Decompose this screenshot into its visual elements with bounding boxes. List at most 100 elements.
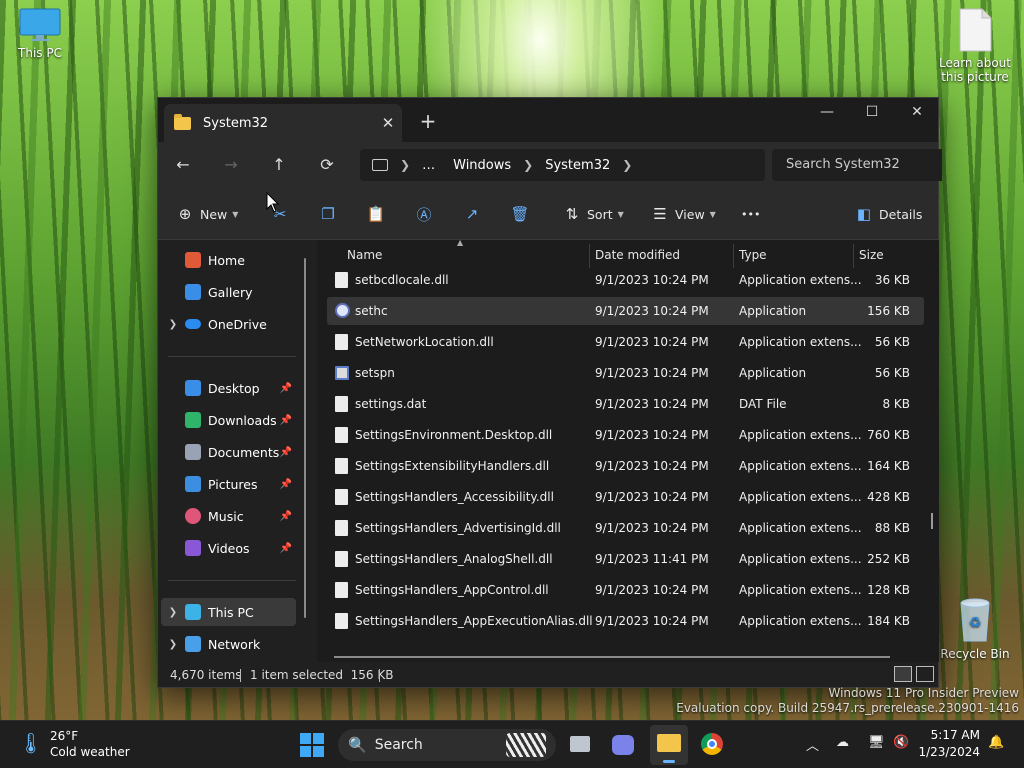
desktop-recycle-bin[interactable]: ♻ Recycle Bin — [935, 597, 1015, 661]
file-name: SettingsHandlers_AppControl.dll — [355, 583, 549, 597]
start-button[interactable] — [300, 733, 324, 757]
share-button[interactable]: ↗ — [463, 200, 481, 228]
column-type[interactable]: Type — [739, 248, 767, 262]
column-date[interactable]: Date modified — [595, 248, 680, 262]
clock[interactable]: 5:17 AM 1/23/2024 — [918, 728, 980, 759]
sidebar-item-music[interactable]: Music 📌 — [161, 502, 296, 530]
search-input[interactable]: Search System32 — [772, 149, 942, 181]
table-row[interactable]: SettingsHandlers_AppExecutionAlias.dll 9/… — [327, 607, 924, 635]
table-row[interactable]: sethc 9/1/2023 10:24 PM Application 156 KB — [327, 297, 924, 325]
sidebar-item-downloads[interactable]: Downloads 📌 — [161, 406, 296, 434]
chrome-button[interactable] — [701, 733, 725, 757]
pin-icon[interactable]: 📌 — [280, 479, 292, 490]
new-button[interactable]: ⊕ New ▼ — [176, 200, 239, 228]
sidebar-item-pictures[interactable]: Pictures 📌 — [161, 470, 296, 498]
nav-scrollbar[interactable] — [304, 258, 306, 618]
table-row[interactable]: SetNetworkLocation.dll 9/1/2023 10:24 PM A… — [327, 328, 924, 356]
sort-button[interactable]: ⇅ Sort ▼ — [563, 200, 624, 228]
sidebar-item-desktop[interactable]: Desktop 📌 — [161, 374, 296, 402]
table-row[interactable]: SettingsHandlers_AppControl.dll 9/1/2023 … — [327, 576, 924, 604]
pin-icon[interactable]: 📌 — [280, 447, 292, 458]
breadcrumb[interactable]: ❯ … ❯ Windows ❯ System32 ❯ — [360, 149, 765, 181]
picture-icon — [185, 476, 201, 492]
table-row[interactable]: SettingsHandlers_Accessibility.dll 9/1/20… — [327, 483, 924, 511]
desktop-learn-picture[interactable]: Learn about this picture — [935, 8, 1015, 84]
chevron-right-icon[interactable]: ❯ — [161, 639, 185, 650]
task-view-button[interactable] — [570, 733, 594, 757]
details-view-button[interactable] — [894, 666, 912, 682]
chevron-right-icon[interactable]: ❯ — [622, 158, 632, 172]
file-date: 9/1/2023 10:24 PM — [595, 335, 709, 349]
dll-file-icon — [335, 520, 348, 536]
back-button[interactable]: ← — [168, 151, 198, 179]
file-type: Application extens... — [739, 273, 862, 287]
breadcrumb-windows[interactable]: Windows — [453, 158, 511, 173]
column-name[interactable]: Name — [347, 248, 382, 262]
chevron-right-icon[interactable]: ❯ — [161, 319, 185, 330]
sidebar-item-documents[interactable]: Documents 📌 — [161, 438, 296, 466]
close-tab-button[interactable]: ✕ — [374, 114, 402, 132]
vertical-scrollbar[interactable] — [931, 513, 933, 529]
show-hidden-icons-button[interactable]: ︿ — [806, 735, 819, 754]
table-row[interactable]: settings.dat 9/1/2023 10:24 PM DAT File 8 K… — [327, 390, 924, 418]
more-options-button[interactable]: ••• — [741, 200, 760, 228]
desktop-this-pc[interactable]: This PC — [0, 8, 80, 60]
table-row[interactable]: SettingsHandlers_AdvertisingId.dll 9/1/20… — [327, 514, 924, 542]
pin-icon[interactable]: 📌 — [280, 415, 292, 426]
taskbar-search[interactable]: 🔍 Search — [338, 729, 556, 761]
sort-ascending-icon: ▲ — [457, 240, 464, 247]
file-name: SetNetworkLocation.dll — [355, 335, 494, 349]
delete-button[interactable]: 🗑 — [510, 200, 529, 228]
svg-text:♻: ♻ — [969, 615, 982, 631]
sidebar-item-videos[interactable]: Videos 📌 — [161, 534, 296, 562]
sidebar-item-network[interactable]: ❯ Network — [161, 630, 296, 658]
horizontal-scrollbar[interactable] — [334, 656, 890, 658]
minimize-button[interactable]: — — [804, 98, 850, 128]
pin-icon[interactable]: 📌 — [280, 383, 292, 394]
file-explorer-taskbar-button[interactable] — [650, 725, 688, 765]
file-type: Application extens... — [739, 490, 862, 504]
table-row[interactable]: SettingsHandlers_AnalogShell.dll 9/1/2023… — [327, 545, 924, 573]
chrome-icon — [701, 733, 723, 755]
refresh-button[interactable]: ⟳ — [312, 151, 342, 179]
network-icon[interactable]: 🖥 — [868, 735, 885, 750]
file-date: 9/1/2023 10:24 PM — [595, 366, 709, 380]
maximize-button[interactable]: ☐ — [849, 98, 895, 128]
breadcrumb-system32[interactable]: System32 — [545, 158, 610, 173]
volume-muted-icon[interactable]: 🔇 — [893, 735, 909, 750]
tiles-view-button[interactable] — [916, 666, 934, 682]
clock-date: 1/23/2024 — [918, 745, 980, 759]
table-row[interactable]: setbcdlocale.dll 9/1/2023 10:24 PM Applica… — [327, 266, 924, 294]
close-window-button[interactable]: ✕ — [894, 98, 940, 128]
column-size[interactable]: Size — [859, 248, 884, 262]
breadcrumb-overflow[interactable]: … — [422, 158, 435, 173]
tab-system32[interactable]: System32 ✕ — [164, 104, 402, 142]
zebra-icon — [506, 733, 546, 757]
sidebar-item-gallery[interactable]: Gallery — [161, 278, 296, 306]
table-row[interactable]: SettingsEnvironment.Desktop.dll 9/1/2023 … — [327, 421, 924, 449]
weather-widget[interactable]: 🌡 26°F Cold weather — [18, 729, 130, 761]
windows-icon — [300, 733, 324, 757]
notification-bell-icon[interactable]: 🔔 — [988, 735, 1004, 750]
teams-button[interactable] — [612, 733, 636, 757]
file-date: 9/1/2023 10:24 PM — [595, 521, 709, 535]
sidebar-item-this-pc[interactable]: ❯ This PC — [161, 598, 296, 626]
table-row[interactable]: SettingsExtensibilityHandlers.dll 9/1/202… — [327, 452, 924, 480]
pin-icon[interactable]: 📌 — [280, 511, 292, 522]
view-button[interactable]: ☰ View ▼ — [651, 200, 716, 228]
watermark-line-1: Windows 11 Pro Insider Preview — [828, 686, 1019, 700]
paste-button[interactable]: 📋 — [367, 200, 386, 228]
up-button[interactable]: ↑ — [264, 151, 294, 179]
onedrive-offline-icon[interactable]: ☁ — [836, 735, 849, 750]
new-tab-button[interactable]: + — [414, 108, 442, 136]
sidebar-item-onedrive[interactable]: ❯ OneDrive — [161, 310, 296, 338]
copy-button[interactable]: ❐ — [319, 200, 337, 228]
pin-icon[interactable]: 📌 — [280, 543, 292, 554]
table-row[interactable]: setspn 9/1/2023 10:24 PM Application 56 KB — [327, 359, 924, 387]
sidebar-item-home[interactable]: Home — [161, 246, 296, 274]
forward-button[interactable]: → — [216, 151, 246, 179]
chevron-right-icon[interactable]: ❯ — [161, 607, 185, 618]
dll-file-icon — [335, 334, 348, 350]
rename-button[interactable]: Ⓐ — [415, 200, 433, 228]
details-button[interactable]: ◧ Details — [855, 200, 922, 228]
